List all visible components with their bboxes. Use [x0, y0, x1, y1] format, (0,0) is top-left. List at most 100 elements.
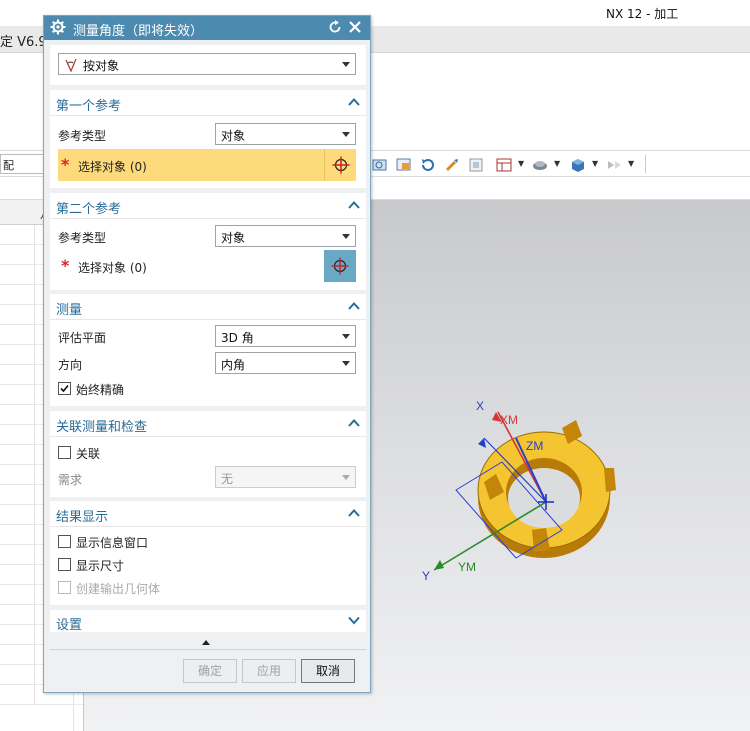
xm-axis-label: XM: [500, 413, 518, 427]
render-style-icon[interactable]: [532, 157, 548, 173]
chevron-down-icon: [342, 234, 350, 239]
always-accurate-checkbox[interactable]: [58, 382, 71, 395]
type-select[interactable]: 按对象: [58, 53, 356, 75]
ym-arrow-icon: [434, 560, 444, 570]
first-ref-type-select[interactable]: 对象: [215, 123, 356, 145]
settings-group: 设置: [50, 610, 366, 633]
first-ref-type-value: 对象: [221, 129, 246, 143]
always-accurate-label[interactable]: 始终精确: [76, 381, 124, 398]
second-ref-type-value: 对象: [221, 231, 246, 245]
second-select-object-row[interactable]: * 选择对象 (0): [58, 250, 356, 282]
direction-value: 内角: [221, 358, 246, 372]
direction-select[interactable]: 内角: [215, 352, 356, 374]
fit-icon[interactable]: [468, 157, 484, 173]
snap-view-icon[interactable]: [372, 157, 388, 173]
results-group: 结果显示 显示信息窗口 显示尺寸 创建输出几何体: [50, 501, 366, 605]
section-view-icon[interactable]: [606, 157, 622, 173]
crosshair-icon: [332, 156, 350, 174]
filter-dropdown-text: 配: [3, 159, 14, 172]
chevron-up-icon[interactable]: [348, 301, 360, 311]
requirement-value: 无: [221, 472, 234, 486]
chevron-up-icon[interactable]: [348, 200, 360, 210]
close-icon[interactable]: [347, 19, 363, 35]
pan-icon[interactable]: [444, 157, 460, 173]
eval-plane-value: 3D 角: [221, 331, 254, 345]
crosshair-icon: [331, 257, 349, 275]
section-dropdown-icon[interactable]: ▼: [628, 159, 634, 168]
cube-dropdown-icon[interactable]: ▼: [592, 159, 598, 168]
create-geometry-checkbox[interactable]: [58, 581, 71, 594]
required-asterisk-icon: *: [61, 155, 70, 174]
chevron-up-icon[interactable]: [348, 97, 360, 107]
zm-axis-label: ZM: [526, 439, 543, 453]
first-reference-header[interactable]: 第一个参考: [50, 90, 366, 116]
show-dims-checkbox[interactable]: [58, 558, 71, 571]
requirement-label: 需求: [58, 473, 83, 487]
measure-angle-dialog: 测量角度（即将失效） 按对象 第一个参考 参考类型 对象 * 选择对象 (0) …: [43, 15, 371, 693]
reset-icon[interactable]: [327, 19, 343, 35]
first-reference-group: 第一个参考 参考类型 对象 * 选择对象 (0): [50, 90, 366, 188]
first-select-object-label: 选择对象 (0): [78, 160, 147, 174]
second-ref-type-label: 参考类型: [58, 231, 107, 245]
first-select-object-row[interactable]: * 选择对象 (0): [58, 149, 356, 181]
dialog-title: 测量角度（即将失效）: [73, 24, 204, 39]
requirement-select[interactable]: 无: [215, 466, 356, 488]
eval-plane-select[interactable]: 3D 角: [215, 325, 356, 347]
second-select-object-button[interactable]: [324, 250, 356, 282]
second-reference-header[interactable]: 第二个参考: [50, 193, 366, 219]
first-ref-type-label: 参考类型: [58, 129, 107, 143]
cancel-button[interactable]: 取消: [301, 659, 355, 683]
chevron-down-icon: [342, 361, 350, 366]
associative-checkbox[interactable]: [58, 446, 71, 459]
chevron-down-icon: [342, 62, 350, 67]
render-dropdown-icon[interactable]: ▼: [554, 159, 560, 168]
associative-label[interactable]: 关联: [76, 445, 100, 462]
show-dims-label[interactable]: 显示尺寸: [76, 557, 124, 574]
measure-title: 测量: [56, 303, 83, 318]
app-title: NX 12 - 加工: [606, 7, 679, 21]
chevron-up-icon[interactable]: [348, 508, 360, 518]
layout-icon[interactable]: [496, 157, 512, 173]
rotate-icon[interactable]: [420, 157, 436, 173]
measure-header[interactable]: 测量: [50, 294, 366, 320]
filter-dropdown[interactable]: 配: [0, 154, 44, 174]
view-window-icon[interactable]: [396, 157, 412, 173]
associative-title: 关联测量和检查: [56, 420, 148, 435]
chevron-down-icon: [342, 334, 350, 339]
chevron-down-icon: [342, 132, 350, 137]
second-reference-title: 第二个参考: [56, 202, 122, 217]
layout-dropdown-icon[interactable]: ▼: [518, 159, 524, 168]
create-geometry-label[interactable]: 创建输出几何体: [76, 580, 160, 597]
apply-button[interactable]: 应用: [242, 659, 296, 683]
settings-title: 设置: [56, 618, 83, 633]
y-axis-label: Y: [422, 569, 430, 583]
toolbar-divider: [645, 155, 646, 173]
x-axis-label: X: [476, 399, 484, 413]
type-select-value: 按对象: [83, 59, 120, 73]
results-header[interactable]: 结果显示: [50, 501, 366, 527]
associative-header[interactable]: 关联测量和检查: [50, 411, 366, 437]
second-reference-group: 第二个参考 参考类型 对象 * 选择对象 (0): [50, 193, 366, 290]
second-select-object-label: 选择对象 (0): [78, 261, 147, 275]
results-title: 结果显示: [56, 510, 109, 525]
more-options-arrow-icon[interactable]: [202, 640, 210, 645]
required-asterisk-icon: *: [61, 256, 70, 275]
shaded-cube-icon[interactable]: [570, 157, 586, 173]
direction-label: 方向: [58, 358, 83, 372]
chevron-down-icon: [342, 475, 350, 480]
first-select-object-button[interactable]: [324, 149, 356, 181]
chevron-down-icon[interactable]: [348, 615, 360, 625]
ok-button[interactable]: 确定: [183, 659, 237, 683]
eval-plane-label: 评估平面: [58, 331, 107, 345]
show-info-checkbox[interactable]: [58, 535, 71, 548]
chevron-up-icon[interactable]: [348, 418, 360, 428]
associative-group: 关联测量和检查 关联 需求 无: [50, 411, 366, 497]
ym-axis-label: YM: [458, 560, 476, 574]
second-ref-type-select[interactable]: 对象: [215, 225, 356, 247]
show-info-label[interactable]: 显示信息窗口: [76, 534, 148, 551]
measure-group: 测量 评估平面 3D 角 方向 内角 始终精确: [50, 294, 366, 406]
first-reference-title: 第一个参考: [56, 99, 122, 114]
dialog-titlebar[interactable]: 测量角度（即将失效）: [44, 16, 370, 40]
gear-icon[interactable]: [50, 19, 66, 35]
settings-header[interactable]: 设置: [50, 610, 366, 633]
